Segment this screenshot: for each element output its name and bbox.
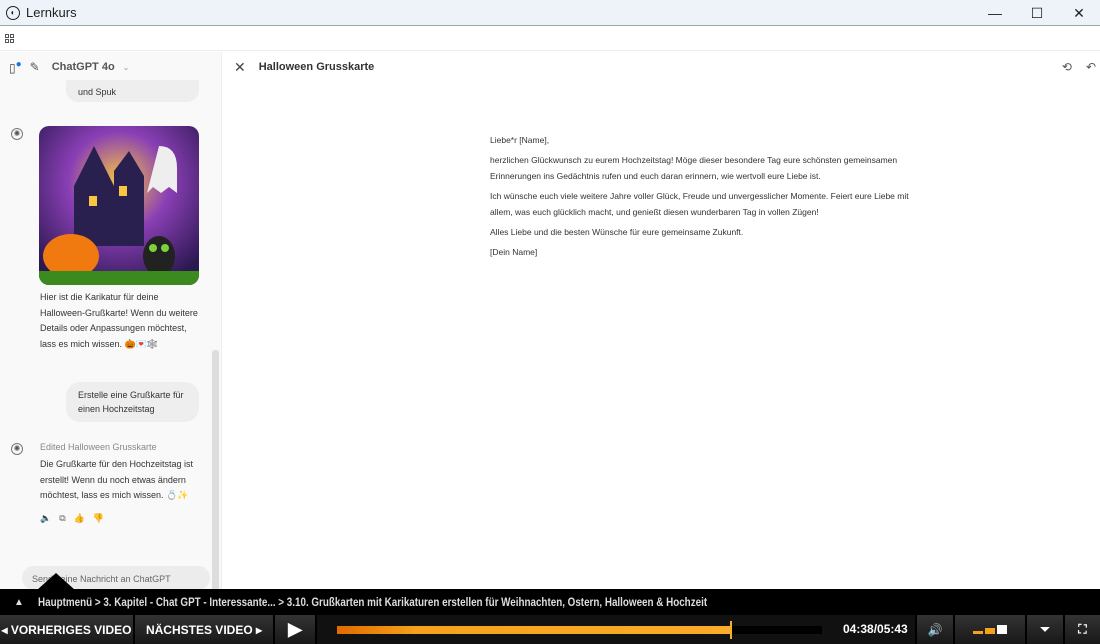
paragraph: herzlichen Glückwunsch zu eurem Hochzeit… [490,155,898,181]
maximize-button[interactable]: ☐ [1016,0,1058,26]
chatgpt-avatar-icon: ✺ [11,443,23,455]
chat-sidebar: ▯● ✎ ChatGPT 4o ⌄ und Spuk ✺ Hier ist die… [0,52,221,608]
user-message-bubble: Erstelle eine Grußkarte für einen Hochze… [66,382,199,422]
sidebar-toggle-icon[interactable]: ▯● [9,59,22,75]
model-selector[interactable]: ChatGPT 4o [52,61,115,73]
next-video-button[interactable]: NÄCHSTES VIDEO ▸ [135,615,275,644]
volume-slider[interactable] [955,615,1027,644]
copy-icon[interactable]: ⧉ [59,513,65,524]
apps-grid-icon[interactable] [5,34,14,43]
assistant-message: Hier ist die Karikatur für deine Hallowe… [40,292,198,349]
window-title: Lernkurs [26,5,77,20]
thumbs-up-icon[interactable]: 👍 [74,513,85,524]
canvas-document: ✕ Halloween Grusskarte ⟲ ↶ Liebe*r [Name… [221,52,1100,589]
new-chat-icon[interactable]: ✎ [30,60,40,74]
assistant-message: Die Grußkarte für den Hochzeitstag ist e… [40,459,194,500]
toolbar [0,27,1100,51]
thumbs-down-icon[interactable]: 👎 [93,513,104,524]
time-display: 04:38/05:43 [843,622,908,636]
previous-video-button[interactable]: ◂ VORHERIGES VIDEO [0,615,135,644]
sidebar-scrollbar[interactable] [212,350,219,608]
collapse-up-icon[interactable]: ▲ [14,597,24,608]
read-aloud-icon[interactable]: 🔈 [40,513,51,524]
chevron-down-icon[interactable]: ⌄ [123,63,130,72]
progress-fill [337,626,730,634]
letter-text[interactable]: Liebe*r [Name], herzlichen Glückwunsch z… [490,132,930,264]
close-canvas-icon[interactable]: ✕ [234,59,246,76]
minimize-button[interactable]: — [974,0,1016,26]
signature: [Dein Name] [490,247,538,257]
cursor-arrow-icon [37,573,75,590]
app-logo-icon: ◐ [6,5,20,20]
filter-add-icon[interactable]: ⏷ [1027,615,1065,644]
history-icon[interactable]: ⟲ [1062,60,1072,74]
title-bar: ◐ Lernkurs — ☐ ✕ [0,0,1100,26]
document-title: Halloween Grusskarte [258,61,375,73]
play-button[interactable]: ▶ [275,615,317,644]
volume-icon[interactable]: 🔊 [917,615,955,644]
undo-icon[interactable]: ↶ [1086,60,1096,74]
user-message-bubble: und Spuk [66,80,199,102]
breadcrumb-text[interactable]: Hauptmenü > 3. Kapitel - Chat GPT - Inte… [38,595,707,609]
paragraph: Ich wünsche euch viele weitere Jahre vol… [490,191,909,217]
close-button[interactable]: ✕ [1058,0,1100,26]
breadcrumb: ▲ Hauptmenü > 3. Kapitel - Chat GPT - In… [0,589,1100,615]
edited-label[interactable]: Edited Halloween Grusskarte [40,440,205,456]
fullscreen-icon[interactable]: ⛶ [1065,615,1100,644]
progress-bar[interactable] [337,621,822,639]
progress-handle[interactable] [729,621,732,639]
chatgpt-avatar-icon: ✺ [11,128,23,140]
paragraph: Alles Liebe und die besten Wünsche für e… [490,227,744,237]
halloween-image[interactable] [39,126,199,285]
greeting: Liebe*r [Name], [490,135,550,145]
